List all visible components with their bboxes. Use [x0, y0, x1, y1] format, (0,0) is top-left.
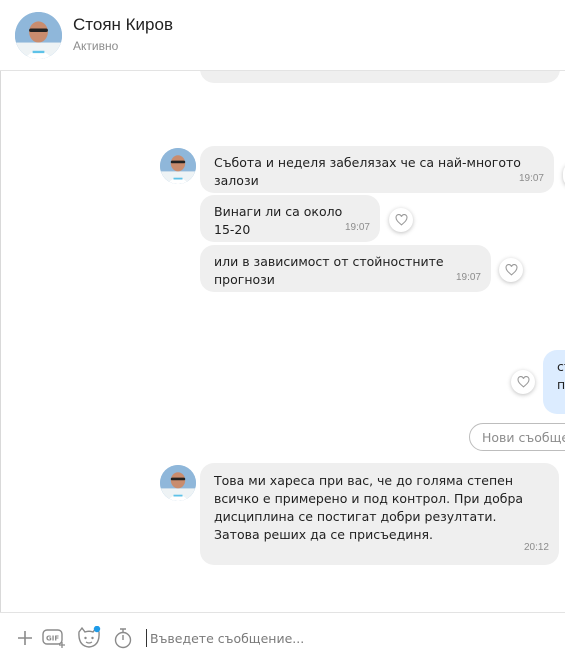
message-input[interactable]: [150, 627, 550, 649]
timer-icon: [114, 628, 132, 649]
message-time: 19:07: [455, 272, 481, 283]
message-text: Това ми хареса при вас, че до голяма сте…: [214, 473, 524, 542]
svg-text:GIF: GIF: [46, 635, 59, 643]
message-text: Събота и неделя забелязах че са най-мног…: [214, 155, 521, 188]
heart-icon: [395, 214, 407, 226]
like-button[interactable]: [389, 208, 413, 232]
message-time: 20:12: [523, 542, 549, 553]
heart-icon: [505, 264, 517, 276]
outgoing-message-bubble[interactable]: ст п: [543, 350, 565, 414]
sticker-button[interactable]: [76, 626, 102, 649]
add-attachment-button[interactable]: [14, 627, 36, 649]
message-text: ст: [557, 359, 565, 374]
new-messages-button[interactable]: Нови съобщения: [469, 423, 565, 451]
plus-icon: [18, 631, 32, 645]
sender-avatar[interactable]: [160, 465, 196, 501]
gif-icon: GIF: [42, 629, 65, 648]
text-caret: [146, 629, 147, 647]
heart-icon: [517, 376, 529, 388]
timer-button[interactable]: [112, 627, 134, 649]
message-composer: GIF: [0, 612, 565, 662]
message-time: 19:07: [344, 222, 370, 233]
message-text: или в зависимост от стойностните прогноз…: [214, 254, 444, 287]
contact-avatar[interactable]: [15, 12, 62, 59]
sticker-icon: [78, 626, 101, 648]
message-bubble[interactable]: Винаги ли са около 15-20 19:07: [200, 195, 380, 242]
message-bubble[interactable]: Събота и неделя забелязах че са най-мног…: [200, 146, 554, 193]
gif-button[interactable]: GIF: [42, 627, 68, 649]
contact-status: Активно: [73, 39, 119, 53]
message-bubble[interactable]: или в зависимост от стойностните прогноз…: [200, 245, 491, 292]
message-text-line2: п: [557, 377, 565, 392]
like-button[interactable]: [499, 258, 523, 282]
panel-divider: [0, 71, 1, 612]
contact-name[interactable]: Стоян Киров: [73, 15, 173, 35]
conversation-header: Стоян Киров Активно: [0, 0, 565, 71]
message-text: Винаги ли са около 15-20: [214, 204, 343, 237]
message-time: 19:07: [518, 173, 544, 184]
message-bubble[interactable]: Това ми хареса при вас, че до голяма сте…: [200, 463, 559, 565]
sender-avatar[interactable]: [160, 148, 196, 184]
like-button[interactable]: [511, 370, 535, 394]
unread-dot: [93, 626, 101, 633]
